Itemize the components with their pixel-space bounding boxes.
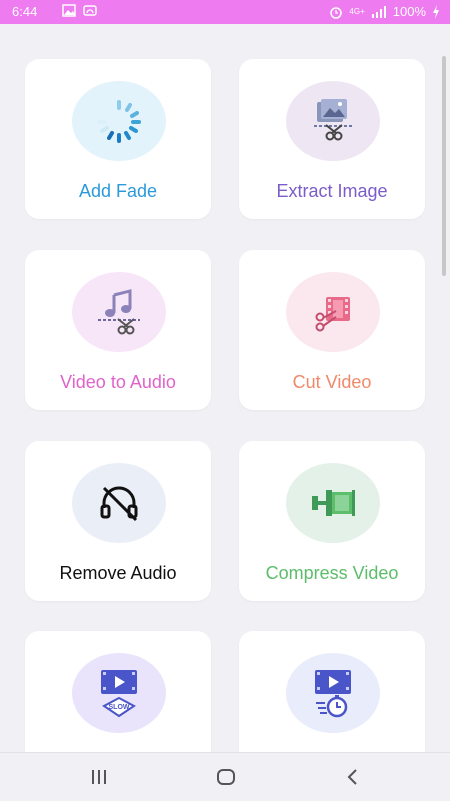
tool-label: Video to Audio: [60, 372, 176, 392]
remove-audio-icon: [100, 486, 138, 522]
tool-card-compress-video[interactable]: Compress Video: [239, 441, 425, 601]
home-icon: [217, 769, 235, 785]
tool-label: Add Fade: [78, 181, 158, 201]
back-button[interactable]: [338, 765, 368, 789]
home-button[interactable]: [211, 765, 241, 789]
back-icon: [347, 769, 357, 785]
cast-notification-icon: [83, 5, 97, 16]
tool-label: Remove Audio: [59, 563, 177, 583]
fade-spinner-icon: [97, 100, 141, 143]
battery-charging-icon: [433, 4, 439, 19]
tool-card-fast-motion[interactable]: [239, 631, 425, 752]
tool-card-cut-video[interactable]: Cut Video: [239, 250, 425, 410]
cut-video-icon: [315, 297, 350, 332]
fast-motion-icon: [315, 670, 351, 718]
tool-card-add-fade[interactable]: Add Fade: [25, 59, 211, 219]
video-to-audio-icon: [98, 289, 140, 335]
tool-card-extract-image[interactable]: Extract Image: [239, 59, 425, 219]
tool-card-slow-motion[interactable]: SLOW: [25, 631, 211, 752]
status-bar: 6:44 4G+ 100%: [0, 0, 450, 24]
navigation-bar: [0, 752, 450, 801]
signal-icon: [371, 5, 386, 18]
tool-label: Extract Image: [276, 181, 388, 201]
svg-text:SLOW: SLOW: [109, 704, 130, 711]
tool-card-video-to-audio[interactable]: Video to Audio: [25, 250, 211, 410]
tools-grid: Add Fade Extract Image Video to Audio Cu…: [0, 24, 450, 752]
alarm-icon: [330, 6, 343, 19]
battery-percent: 100%: [392, 4, 426, 19]
compress-video-icon: [312, 490, 355, 516]
scrollbar[interactable]: [442, 56, 446, 276]
tool-label: Compress Video: [265, 563, 399, 583]
tool-label: Cut Video: [292, 372, 372, 392]
extract-image-icon: [314, 99, 352, 141]
status-time: 6:44: [12, 4, 38, 19]
recents-icon: [92, 770, 106, 784]
network-type: 4G+: [349, 7, 365, 16]
slow-motion-icon: SLOW: [101, 670, 137, 718]
gallery-notification-icon: [62, 4, 76, 17]
recents-button[interactable]: [84, 765, 114, 789]
tool-card-remove-audio[interactable]: Remove Audio: [25, 441, 211, 601]
